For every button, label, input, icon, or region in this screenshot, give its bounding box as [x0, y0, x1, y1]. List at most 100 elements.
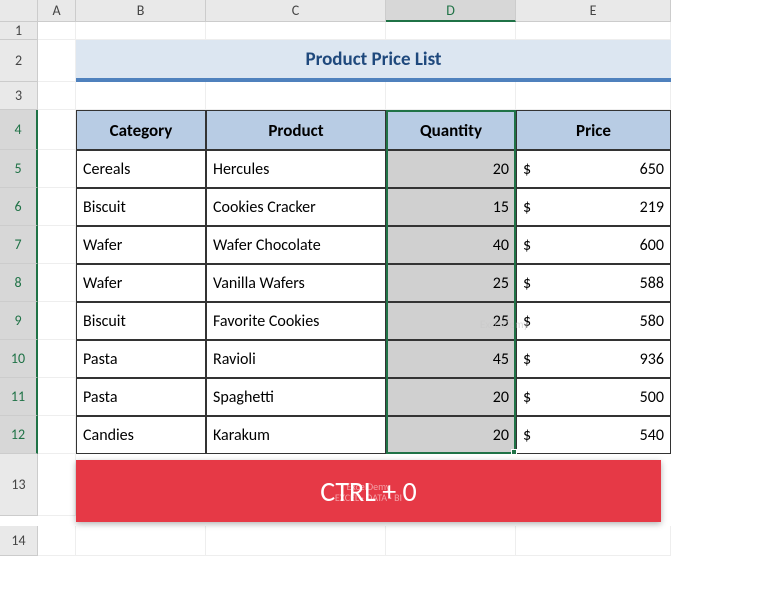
price-value: 540 [640, 426, 664, 445]
cell-price[interactable]: $588 [516, 264, 671, 302]
cell[interactable] [38, 302, 76, 340]
cell[interactable] [516, 526, 671, 556]
row-header-2[interactable]: 2 [0, 40, 38, 82]
header-quantity[interactable]: Quantity [386, 110, 516, 150]
cell-category[interactable]: Biscuit [76, 188, 206, 226]
header-category[interactable]: Category [76, 110, 206, 150]
price-value: 588 [640, 274, 664, 293]
cell[interactable] [76, 526, 206, 556]
price-value: 650 [640, 160, 664, 179]
cell[interactable] [516, 22, 671, 40]
cell-price[interactable]: $936 [516, 340, 671, 378]
currency-symbol: $ [523, 426, 531, 445]
cell[interactable] [386, 82, 516, 110]
col-header-C[interactable]: C [206, 0, 386, 22]
cell-quantity[interactable]: 25 [386, 264, 516, 302]
cell[interactable] [38, 150, 76, 188]
cell-price[interactable]: $580 [516, 302, 671, 340]
cell-product[interactable]: Hercules [206, 150, 386, 188]
cell[interactable] [516, 82, 671, 110]
cell-price[interactable]: $650 [516, 150, 671, 188]
title-cell[interactable]: Product Price List [76, 40, 671, 82]
currency-symbol: $ [523, 236, 531, 255]
currency-symbol: $ [523, 274, 531, 293]
select-all-corner[interactable] [0, 0, 38, 22]
cell-product[interactable]: Vanilla Wafers [206, 264, 386, 302]
cell-quantity[interactable]: 40 [386, 226, 516, 264]
col-header-D[interactable]: D [386, 0, 516, 22]
row-header-6[interactable]: 6 [0, 188, 38, 226]
row-header-9[interactable]: 9 [0, 302, 38, 340]
header-price[interactable]: Price [516, 110, 671, 150]
cell-category[interactable]: Pasta [76, 378, 206, 416]
cell-price[interactable]: $219 [516, 188, 671, 226]
shortcut-banner: CTRL + 0ExcelDemyEXCEL · DATA · BI [76, 460, 661, 522]
shortcut-text: CTRL + 0 [320, 474, 416, 509]
row-header-14[interactable]: 14 [0, 526, 38, 556]
cell-product[interactable]: Ravioli [206, 340, 386, 378]
cell-category[interactable]: Pasta [76, 340, 206, 378]
cell[interactable] [38, 226, 76, 264]
row-header-11[interactable]: 11 [0, 378, 38, 416]
cell[interactable] [38, 264, 76, 302]
cell-quantity[interactable]: 20 [386, 416, 516, 454]
row-header-7[interactable]: 7 [0, 226, 38, 264]
cell-price[interactable]: $600 [516, 226, 671, 264]
row-header-1[interactable]: 1 [0, 22, 38, 40]
currency-symbol: $ [523, 388, 531, 407]
cell[interactable] [76, 22, 206, 40]
price-value: 500 [640, 388, 664, 407]
cell-quantity[interactable]: 20 [386, 378, 516, 416]
price-value: 580 [640, 312, 664, 331]
row-header-13[interactable]: 13 [0, 454, 38, 516]
col-header-E[interactable]: E [516, 0, 671, 22]
cell-quantity[interactable]: 45 [386, 340, 516, 378]
currency-symbol: $ [523, 350, 531, 369]
row-header-5[interactable]: 5 [0, 150, 38, 188]
cell[interactable] [76, 82, 206, 110]
row-header-4[interactable]: 4 [0, 110, 38, 150]
cell[interactable] [38, 22, 76, 40]
row-header-12[interactable]: 12 [0, 416, 38, 454]
row-header-3[interactable]: 3 [0, 82, 38, 110]
cell-category[interactable]: Wafer [76, 226, 206, 264]
cell[interactable] [38, 454, 76, 516]
currency-symbol: $ [523, 198, 531, 217]
cell[interactable] [38, 82, 76, 110]
cell-category[interactable]: Biscuit [76, 302, 206, 340]
cell[interactable] [386, 526, 516, 556]
cell[interactable] [38, 416, 76, 454]
row-header-10[interactable]: 10 [0, 340, 38, 378]
col-header-A[interactable]: A [38, 0, 76, 22]
cell-product[interactable]: Wafer Chocolate [206, 226, 386, 264]
currency-symbol: $ [523, 160, 531, 179]
cell-quantity[interactable]: 20 [386, 150, 516, 188]
cell-quantity[interactable]: 15 [386, 188, 516, 226]
col-header-B[interactable]: B [76, 0, 206, 22]
cell[interactable] [386, 22, 516, 40]
currency-symbol: $ [523, 312, 531, 331]
header-product[interactable]: Product [206, 110, 386, 150]
cell-product[interactable]: Spaghetti [206, 378, 386, 416]
price-value: 219 [640, 198, 664, 217]
cell-quantity[interactable]: 25 [386, 302, 516, 340]
cell-product[interactable]: Favorite Cookies [206, 302, 386, 340]
row-header-8[interactable]: 8 [0, 264, 38, 302]
cell[interactable] [38, 340, 76, 378]
cell[interactable] [38, 110, 76, 150]
cell-category[interactable]: Cereals [76, 150, 206, 188]
cell[interactable] [206, 22, 386, 40]
cell-price[interactable]: $500 [516, 378, 671, 416]
cell[interactable] [38, 40, 76, 82]
cell[interactable] [206, 82, 386, 110]
cell[interactable] [206, 526, 386, 556]
cell[interactable] [38, 378, 76, 416]
cell-product[interactable]: Karakum [206, 416, 386, 454]
cell-category[interactable]: Candies [76, 416, 206, 454]
cell-category[interactable]: Wafer [76, 264, 206, 302]
cell[interactable] [38, 526, 76, 556]
cell-product[interactable]: Cookies Cracker [206, 188, 386, 226]
price-value: 600 [640, 236, 664, 255]
cell[interactable] [38, 188, 76, 226]
cell-price[interactable]: $540 [516, 416, 671, 454]
